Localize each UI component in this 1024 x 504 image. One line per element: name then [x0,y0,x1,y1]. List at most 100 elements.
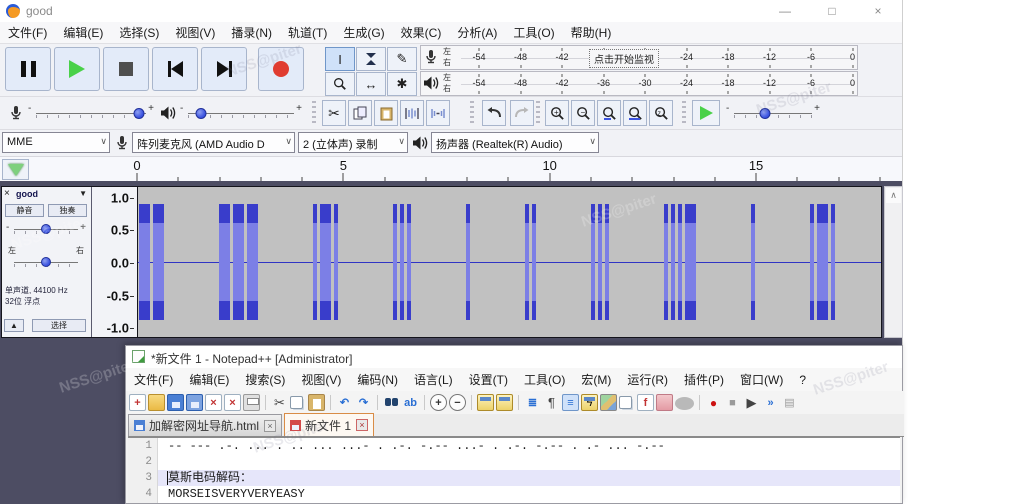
editor-line[interactable]: MORSEISVERYVERYEASY [158,486,900,502]
sync-h-icon[interactable] [496,394,513,411]
track-name[interactable]: good [16,189,38,199]
new-file-icon[interactable]: + [129,394,146,411]
macro-run-multi-icon[interactable]: » [762,394,779,411]
gain-slider[interactable]: - + [6,222,86,236]
solo-button[interactable]: 独奏 [48,204,87,217]
copy-button[interactable] [348,100,372,126]
close-button[interactable]: × [858,0,898,22]
fit-selection-button[interactable] [597,100,621,126]
audacity-menu-item-9[interactable]: 工具(O) [505,24,562,41]
play-at-speed-button[interactable] [692,100,720,126]
recording-volume-slider[interactable]: - + [28,103,154,123]
vertical-scrollbar[interactable]: ∧ [884,186,903,338]
trim-audio-button[interactable] [400,100,424,126]
tab-1[interactable]: 加解密网址导航.html× [128,414,282,436]
slider-thumb[interactable] [41,257,51,267]
stop-button[interactable] [103,47,149,91]
macro-stop-icon[interactable]: ■ [724,394,741,411]
recording-device-select[interactable]: 阵列麦克风 (AMD Audio D ∨ [132,132,295,153]
sync-v-icon[interactable] [477,394,494,411]
tab-close-icon[interactable]: × [356,419,368,431]
editor[interactable]: 1234 -- --- .-. ... . .. ... ...- . .-. … [128,437,900,503]
copy-icon[interactable] [290,396,303,409]
waveform-display[interactable] [137,187,881,337]
cut-button[interactable]: ✂ [322,100,346,126]
notepad-menu-item-2[interactable]: 搜索(S) [237,371,293,388]
zoom-out-button[interactable]: − [571,100,595,126]
audacity-menu-item-2[interactable]: 选择(S) [111,24,167,41]
tab-close-icon[interactable]: × [264,420,276,432]
macro-record-icon[interactable]: ● [705,394,722,411]
audacity-menu-item-5[interactable]: 轨道(T) [280,24,335,41]
playback-volume-slider[interactable]: - + [180,103,302,123]
zoom-in-button[interactable]: + [545,100,569,126]
doc-map-icon[interactable] [600,394,617,411]
tab-2[interactable]: 新文件 1× [284,413,374,436]
toolbar-grip[interactable] [470,101,474,125]
collapse-track-button[interactable]: ▲ [4,319,24,332]
editor-line[interactable]: -- --- .-. ... . .. ... ...- . .-. -.-- … [158,438,900,454]
recording-channels-select[interactable]: 2 (立体声) 录制 ∨ [298,132,408,153]
timeline-options-button[interactable] [2,159,29,180]
slider-thumb[interactable] [133,108,144,119]
indent-guide-icon[interactable]: ≡ [562,394,579,411]
maximize-button[interactable]: □ [812,0,852,22]
save-icon[interactable] [167,394,184,411]
timeline-ruler[interactable]: 051015 [0,156,902,181]
audacity-menu-item-10[interactable]: 帮助(H) [563,24,620,41]
notepad-menu-item-7[interactable]: 工具(O) [516,371,573,388]
track-control-panel[interactable]: × good ▼ 静音 独奏 - + 左 右 [2,187,92,337]
editor-line[interactable] [158,454,900,470]
notepad-menu-item-12[interactable]: ? [791,373,814,387]
slider-thumb[interactable] [760,108,771,119]
slider-thumb[interactable] [195,108,206,119]
toolbar-grip[interactable] [312,101,316,125]
audacity-menu-item-6[interactable]: 生成(G) [335,24,392,41]
pan-slider[interactable] [6,255,86,269]
playback-speed-slider[interactable]: - + [726,103,820,123]
slider-thumb[interactable] [41,224,51,234]
function-list-icon[interactable]: f [637,394,654,411]
notepad-menu-item-6[interactable]: 设置(T) [461,371,516,388]
notepad-menu-item-1[interactable]: 编辑(E) [181,371,237,388]
audacity-menu-item-7[interactable]: 效果(C) [393,24,450,41]
notepad-menu-item-0[interactable]: 文件(F) [126,371,181,388]
editor-line[interactable]: 莫斯电码解码： [158,470,900,486]
zoom-in-icon[interactable]: + [430,394,447,411]
macro-play-icon[interactable]: ▶ [743,394,760,411]
playback-device-select[interactable]: 扬声器 (Realtek(R) Audio) ∨ [431,132,599,153]
notepad-titlebar[interactable]: *新文件 1 - Notepad++ [Administrator] [126,346,902,368]
minimize-button[interactable]: — [765,0,805,22]
play-button[interactable] [54,47,100,91]
notepad-menu-item-4[interactable]: 编码(N) [349,371,406,388]
undo-button[interactable] [482,100,506,126]
open-folder-icon[interactable] [148,394,165,411]
track-select-button[interactable]: 选择 [32,319,86,332]
track-menu-icon[interactable]: ▼ [79,189,87,198]
paste-icon[interactable] [308,394,325,411]
record-button[interactable] [258,47,304,91]
undo-icon[interactable]: ↶ [336,394,353,411]
envelope-tool-button[interactable] [356,47,386,71]
audacity-menu-item-3[interactable]: 视图(V) [167,24,223,41]
redo-button[interactable] [510,100,534,126]
skip-end-button[interactable] [201,47,247,91]
recording-meter[interactable]: 左 右 -54-48-42-36-30-24-18-12-60 点击开始监视 [420,45,858,70]
pause-button[interactable] [5,47,51,91]
find-icon[interactable] [383,394,400,411]
scrollbar-up-icon[interactable]: ∧ [886,188,901,203]
fit-project-button[interactable] [623,100,647,126]
playback-meter[interactable]: 左 右 -54-48-42-36-30-24-18-12-60 [420,71,858,96]
zoom-tool-button[interactable] [325,72,355,96]
word-wrap-icon[interactable]: ≣ [524,394,541,411]
monitor-icon[interactable] [675,397,694,410]
notepad-menu-item-8[interactable]: 宏(M) [573,371,619,388]
save-all-icon[interactable] [186,394,203,411]
cut-icon[interactable]: ✂ [271,394,288,411]
redo-icon[interactable]: ↷ [355,394,372,411]
notepad-menu-item-9[interactable]: 运行(R) [619,371,676,388]
audacity-menu-item-8[interactable]: 分析(A) [449,24,505,41]
toolbar-grip[interactable] [536,101,540,125]
silence-audio-button[interactable] [426,100,450,126]
replace-icon[interactable]: ab [402,394,419,411]
